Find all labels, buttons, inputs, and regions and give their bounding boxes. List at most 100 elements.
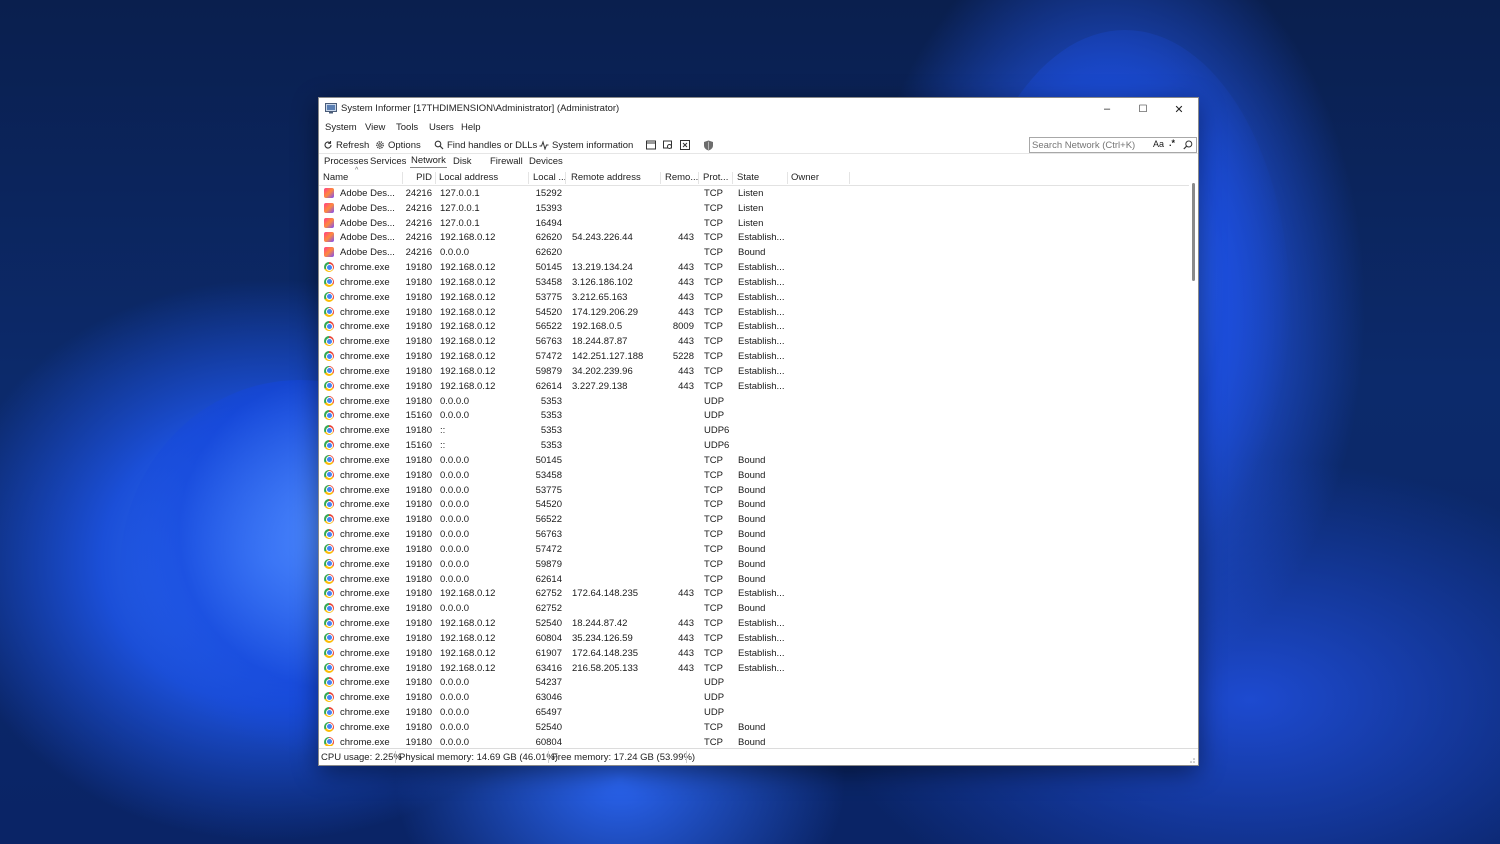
- table-row[interactable]: chrome.exe 19180 192.168.0.12 53775 3.212.65…: [319, 290, 1189, 305]
- scrollbar-thumb[interactable]: [1192, 183, 1195, 281]
- close-button[interactable]: ✕: [1161, 98, 1197, 120]
- tab-firewall[interactable]: Firewall: [490, 156, 523, 167]
- chrome-icon: [324, 558, 334, 569]
- table-row[interactable]: chrome.exe 19180 0.0.0.0 63046 UDP: [319, 690, 1189, 705]
- tab-devices[interactable]: Devices: [529, 156, 563, 167]
- table-row[interactable]: chrome.exe 19180 192.168.0.12 54520 174.129.…: [319, 305, 1189, 320]
- table-row[interactable]: Adobe Des... 24216 127.0.0.1 16494 TCP Listen: [319, 216, 1189, 231]
- table-row[interactable]: chrome.exe 19180 0.0.0.0 54237 UDP: [319, 675, 1189, 690]
- match-case-toggle[interactable]: Aa: [1153, 139, 1164, 149]
- table-row[interactable]: chrome.exe 19180 192.168.0.12 60804 35.234.1…: [319, 631, 1189, 646]
- tab-disk[interactable]: Disk: [453, 156, 471, 167]
- column-local-port[interactable]: Local ...: [533, 172, 566, 183]
- column-remote-address[interactable]: Remote address: [571, 172, 641, 183]
- table-row[interactable]: chrome.exe 19180 0.0.0.0 62614 TCP Bound: [319, 572, 1189, 587]
- cell-process-name: chrome.exe: [340, 395, 390, 407]
- search-input[interactable]: [1032, 139, 1150, 151]
- table-row[interactable]: chrome.exe 19180 192.168.0.12 56522 192.168.…: [319, 319, 1189, 334]
- table-row[interactable]: chrome.exe 19180 0.0.0.0 59879 TCP Bound: [319, 557, 1189, 572]
- menu-tools[interactable]: Tools: [396, 122, 418, 133]
- tab-services[interactable]: Services: [370, 156, 406, 167]
- cell-protocol: TCP: [704, 469, 723, 481]
- cell-pid: 24216: [405, 232, 432, 244]
- table-row[interactable]: chrome.exe 19180 192.168.0.12 56763 18.244.8…: [319, 334, 1189, 349]
- table-row[interactable]: chrome.exe 19180:: 5353 UDP6: [319, 423, 1189, 438]
- menu-help[interactable]: Help: [461, 122, 481, 133]
- cell-local-address: 192.168.0.12: [440, 291, 496, 303]
- cell-process-name: chrome.exe: [340, 410, 390, 422]
- table-row[interactable]: chrome.exe 19180 0.0.0.0 56522 TCP Bound: [319, 512, 1189, 527]
- table-row[interactable]: chrome.exe 19180 192.168.0.12 50145 13.219.1…: [319, 260, 1189, 275]
- table-row[interactable]: chrome.exe 19180 0.0.0.0 54520 TCP Bound: [319, 497, 1189, 512]
- resize-grip-icon[interactable]: [1187, 755, 1195, 763]
- cell-remote-port: 5228: [672, 351, 694, 363]
- maximize-button[interactable]: ☐: [1125, 98, 1161, 120]
- cell-pid: 19180: [405, 454, 432, 466]
- table-row[interactable]: chrome.exe 19180 192.168.0.12 53458 3.126.18…: [319, 275, 1189, 290]
- find-handles-button[interactable]: Find handles or DLLs: [434, 138, 537, 152]
- table-row[interactable]: chrome.exe 19180 0.0.0.0 50145 TCP Bound: [319, 453, 1189, 468]
- table-row[interactable]: chrome.exe 19180 192.168.0.12 59879 34.202.2…: [319, 364, 1189, 379]
- table-row[interactable]: chrome.exe 19180 0.0.0.0 57472 TCP Bound: [319, 542, 1189, 557]
- table-row[interactable]: chrome.exe 15160 0.0.0.0 5353 UDP: [319, 408, 1189, 423]
- vertical-scrollbar[interactable]: [1189, 171, 1198, 746]
- column-pid[interactable]: PID: [403, 172, 432, 183]
- table-row[interactable]: chrome.exe 19180 0.0.0.0 65497 UDP: [319, 705, 1189, 720]
- table-row[interactable]: chrome.exe 19180 0.0.0.0 62752 TCP Bound: [319, 601, 1189, 616]
- column-local-address[interactable]: Local address: [439, 172, 498, 183]
- menu-view[interactable]: View: [365, 122, 385, 133]
- shield-icon[interactable]: [703, 140, 714, 151]
- table-row[interactable]: chrome.exe 19180 192.168.0.12 52540 18.244.8…: [319, 616, 1189, 631]
- regex-toggle[interactable]: .*: [1169, 138, 1175, 148]
- column-protocol[interactable]: Prot...: [703, 172, 728, 183]
- search-icon[interactable]: [1183, 140, 1193, 150]
- table-row[interactable]: chrome.exe 19180 192.168.0.12 62614 3.227.29…: [319, 379, 1189, 394]
- table-row[interactable]: Adobe Des... 24216 127.0.0.1 15292 TCP Listen: [319, 186, 1189, 201]
- table-row[interactable]: chrome.exe 19180 192.168.0.12 57472 142.251.…: [319, 349, 1189, 364]
- cell-local-address: 0.0.0.0: [440, 499, 470, 511]
- cell-local-address: 0.0.0.0: [440, 529, 470, 541]
- table-row[interactable]: chrome.exe 19180 0.0.0.0 53775 TCP Bound: [319, 483, 1189, 498]
- column-name[interactable]: Name: [323, 172, 348, 183]
- cell-remote-address: 3.227.29.138: [572, 380, 628, 392]
- column-owner[interactable]: Owner: [791, 172, 819, 183]
- table-row[interactable]: chrome.exe 19180 0.0.0.0 56763 TCP Bound: [319, 527, 1189, 542]
- find-window-icon[interactable]: [663, 140, 673, 150]
- table-row[interactable]: chrome.exe 19180 192.168.0.12 63416 216.58.2…: [319, 661, 1189, 676]
- system-information-button[interactable]: System information: [539, 138, 633, 152]
- chrome-icon: [324, 351, 334, 362]
- table-row[interactable]: Adobe Des... 24216 192.168.0.12 62620 54.243…: [319, 230, 1189, 245]
- cell-local-address: 192.168.0.12: [440, 632, 496, 644]
- column-remote-port[interactable]: Remo...: [665, 172, 698, 183]
- column-separator: [528, 172, 529, 184]
- column-state[interactable]: State: [737, 172, 759, 183]
- table-row[interactable]: chrome.exe 15160:: 5353 UDP6: [319, 438, 1189, 453]
- cell-state: Establish...: [738, 632, 785, 644]
- cell-local-port: 62614: [535, 380, 562, 392]
- cell-local-port: 61907: [535, 647, 562, 659]
- table-row[interactable]: chrome.exe 19180 0.0.0.0 5353 UDP: [319, 394, 1189, 409]
- cell-pid: 19180: [405, 618, 432, 630]
- cell-process-name: chrome.exe: [340, 440, 390, 452]
- tab-network[interactable]: Network: [410, 155, 447, 168]
- refresh-button[interactable]: Refresh: [323, 138, 369, 152]
- menu-system[interactable]: System: [325, 122, 357, 133]
- table-row[interactable]: Adobe Des... 24216 127.0.0.1 15393 TCP Listen: [319, 201, 1189, 216]
- options-button[interactable]: Options: [375, 138, 421, 152]
- cell-remote-address: 3.212.65.163: [572, 291, 628, 303]
- table-row[interactable]: chrome.exe 19180 192.168.0.12 61907 172.64.1…: [319, 646, 1189, 661]
- table-row[interactable]: Adobe Des... 24216 0.0.0.0 62620 TCP Bound: [319, 245, 1189, 260]
- system-information-label: System information: [552, 139, 634, 151]
- table-row[interactable]: chrome.exe 19180 0.0.0.0 52540 TCP Bound: [319, 720, 1189, 735]
- cell-protocol: TCP: [704, 276, 723, 288]
- tab-processes[interactable]: Processes: [324, 156, 368, 167]
- table-row[interactable]: chrome.exe 19180 0.0.0.0 60804 TCP Bound: [319, 735, 1189, 746]
- window-icon[interactable]: [646, 140, 656, 150]
- table-row[interactable]: chrome.exe 19180 0.0.0.0 53458 TCP Bound: [319, 468, 1189, 483]
- terminate-window-icon[interactable]: [680, 140, 690, 150]
- options-label: Options: [388, 139, 421, 151]
- menu-users[interactable]: Users: [429, 122, 454, 133]
- cell-remote-address: 18.244.87.42: [572, 618, 628, 630]
- minimize-button[interactable]: –: [1089, 98, 1125, 120]
- table-row[interactable]: chrome.exe 19180 192.168.0.12 62752 172.64.1…: [319, 586, 1189, 601]
